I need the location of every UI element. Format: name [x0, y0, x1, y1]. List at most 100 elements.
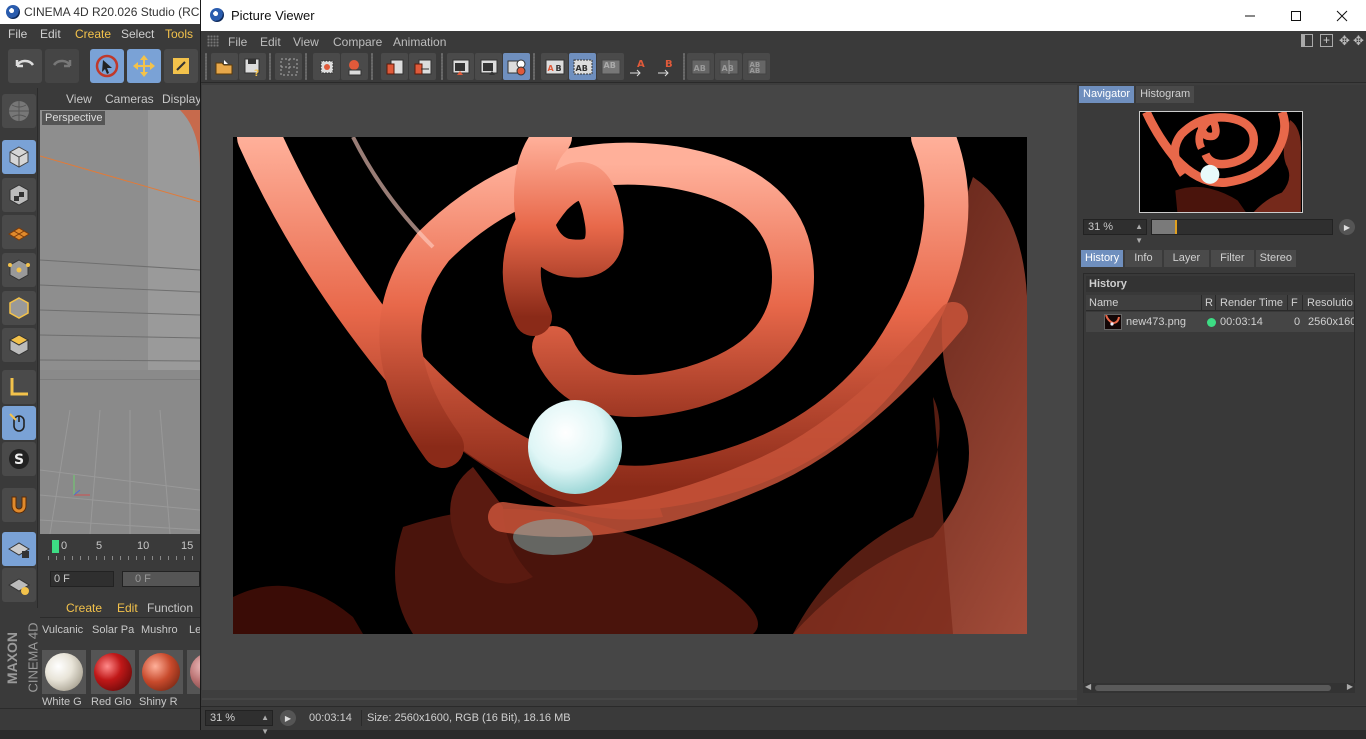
redo-icon[interactable]: [45, 49, 79, 83]
swap-ab-icon[interactable]: AB: [687, 53, 714, 80]
column-divider[interactable]: [1302, 295, 1303, 311]
model-mode-cube-icon[interactable]: [2, 140, 36, 174]
material-menu-function[interactable]: Function: [147, 601, 193, 615]
move-tool-icon[interactable]: [127, 49, 161, 83]
c4d-menu-edit[interactable]: Edit: [40, 27, 61, 41]
compare-ab-icon[interactable]: AB: [541, 53, 568, 80]
move-panel-icon[interactable]: ✥: [1339, 33, 1350, 49]
grid-plane-icon[interactable]: [2, 568, 36, 602]
navigator-thumbnail[interactable]: [1139, 111, 1303, 213]
remove-image-icon[interactable]: [409, 53, 436, 80]
scrollbar-thumb[interactable]: [1095, 685, 1331, 691]
material-swatch[interactable]: Red Glo: [91, 650, 135, 708]
tab-navigator[interactable]: Navigator: [1079, 86, 1135, 103]
globe-icon[interactable]: [2, 94, 36, 128]
pv-menu-edit[interactable]: Edit: [260, 35, 281, 49]
save-as-icon[interactable]: ?: [239, 53, 266, 80]
timeline-playhead[interactable]: [52, 540, 59, 553]
pv-menu-view[interactable]: View: [293, 35, 319, 49]
texture-mode-icon[interactable]: [2, 178, 36, 212]
compare-split-icon[interactable]: AB: [569, 53, 596, 80]
material-swatch[interactable]: White G: [42, 650, 86, 708]
interactive-render-icon[interactable]: [503, 53, 530, 80]
column-render-flag[interactable]: R: [1205, 297, 1213, 309]
tab-histogram[interactable]: Histogram: [1136, 86, 1195, 103]
tab-stereo[interactable]: Stereo: [1255, 250, 1296, 267]
close-button[interactable]: [1319, 0, 1365, 31]
c4d-menu-tools[interactable]: Tools: [165, 27, 193, 41]
navigator-play-icon[interactable]: ▶: [1339, 219, 1355, 235]
pv-menu-compare[interactable]: Compare: [333, 35, 382, 49]
pv-menu-file[interactable]: File: [228, 35, 247, 49]
column-render-time[interactable]: Render Time: [1220, 297, 1283, 309]
select-tool-icon[interactable]: [90, 49, 124, 83]
navigator-zoom-slider[interactable]: [1151, 219, 1333, 235]
set-b-icon[interactable]: B: [653, 53, 680, 80]
perspective-viewport[interactable]: Perspective: [40, 110, 200, 534]
blend-ab-icon[interactable]: AB AB: [743, 53, 770, 80]
material-swatch[interactable]: Shiny R: [139, 650, 183, 708]
new-panel-icon[interactable]: +: [1320, 34, 1333, 47]
render-region-icon[interactable]: [341, 53, 368, 80]
snap-s-icon[interactable]: S: [2, 442, 36, 476]
material-menu-edit[interactable]: Edit: [117, 601, 138, 615]
c4d-menu-select[interactable]: Select: [121, 27, 154, 41]
scroll-left-icon[interactable]: ◀: [1085, 682, 1091, 691]
timeline-ruler[interactable]: 0 5 10 15: [40, 536, 200, 566]
column-divider[interactable]: [1287, 295, 1288, 311]
tab-layer[interactable]: Layer: [1163, 250, 1210, 267]
grip-handle[interactable]: [207, 35, 219, 47]
status-play-icon[interactable]: ▶: [280, 710, 296, 726]
c4d-menu-file[interactable]: File: [8, 27, 27, 41]
compare-overlay-icon[interactable]: AB: [597, 53, 624, 80]
status-image-size: Size: 2560x1600, RGB (16 Bit), 18.16 MB: [367, 712, 571, 724]
set-a-icon[interactable]: A: [625, 53, 652, 80]
status-zoom-field[interactable]: 31 % ▲ ▼: [205, 710, 273, 736]
viewport-menu-cameras[interactable]: Cameras: [105, 92, 154, 106]
edges-mode-icon[interactable]: [2, 291, 36, 325]
pv-title-bar: Picture Viewer: [201, 0, 1366, 31]
scroll-right-icon[interactable]: ▶: [1347, 682, 1353, 691]
display-mode-icon[interactable]: [475, 53, 502, 80]
column-frame[interactable]: F: [1291, 297, 1298, 309]
tab-info[interactable]: Info: [1125, 250, 1162, 267]
viewport-menu-display[interactable]: Display: [162, 92, 201, 106]
render-status-dot: [1207, 318, 1216, 327]
column-resolution[interactable]: Resolutio: [1307, 297, 1353, 309]
maximize-button[interactable]: [1273, 0, 1319, 31]
axis-icon[interactable]: [2, 370, 36, 404]
layout-panel-icon[interactable]: [1301, 34, 1313, 47]
viewport-menu-view[interactable]: View: [66, 92, 92, 106]
material-swatch[interactable]: P: [187, 650, 200, 694]
grid-overlay-icon[interactable]: [275, 53, 302, 80]
points-mode-icon[interactable]: [2, 253, 36, 287]
pv-menu-animation[interactable]: Animation: [393, 35, 446, 49]
region-select-icon[interactable]: [313, 53, 340, 80]
minimize-button[interactable]: [1227, 0, 1273, 31]
scale-tool-icon[interactable]: [164, 49, 198, 83]
tweak-mouse-icon[interactable]: [2, 406, 36, 440]
c4d-menu-create[interactable]: Create: [75, 27, 111, 41]
fullscreen-icon[interactable]: [447, 53, 474, 80]
column-name[interactable]: Name: [1089, 297, 1118, 309]
current-frame-field[interactable]: 0 F: [50, 571, 114, 587]
navigator-zoom-field[interactable]: 31 % ▲ ▼: [1083, 219, 1147, 245]
history-row[interactable]: new473.png 00:03:14 0 2560x160: [1086, 312, 1354, 332]
magnet-icon[interactable]: [2, 488, 36, 522]
polygons-mode-icon[interactable]: [2, 328, 36, 362]
workplane-icon[interactable]: [2, 215, 36, 249]
move-panel-icon[interactable]: ✥: [1353, 33, 1364, 49]
tab-filter[interactable]: Filter: [1211, 250, 1254, 267]
workplane-lock-icon[interactable]: [2, 532, 36, 566]
undo-icon[interactable]: [8, 49, 42, 83]
stop-render-icon[interactable]: [381, 53, 408, 80]
material-menu-create[interactable]: Create: [66, 601, 102, 615]
diff-ab-icon[interactable]: AB: [715, 53, 742, 80]
column-divider[interactable]: [1215, 295, 1216, 311]
zoom-slider-knob[interactable]: [1175, 220, 1177, 234]
open-file-icon[interactable]: [211, 53, 238, 80]
frame-range-slider[interactable]: 0 F: [122, 571, 200, 587]
history-horizontal-scrollbar[interactable]: ◀ ▶: [1083, 682, 1355, 693]
column-divider[interactable]: [1201, 295, 1202, 311]
tab-history[interactable]: History: [1081, 250, 1124, 267]
